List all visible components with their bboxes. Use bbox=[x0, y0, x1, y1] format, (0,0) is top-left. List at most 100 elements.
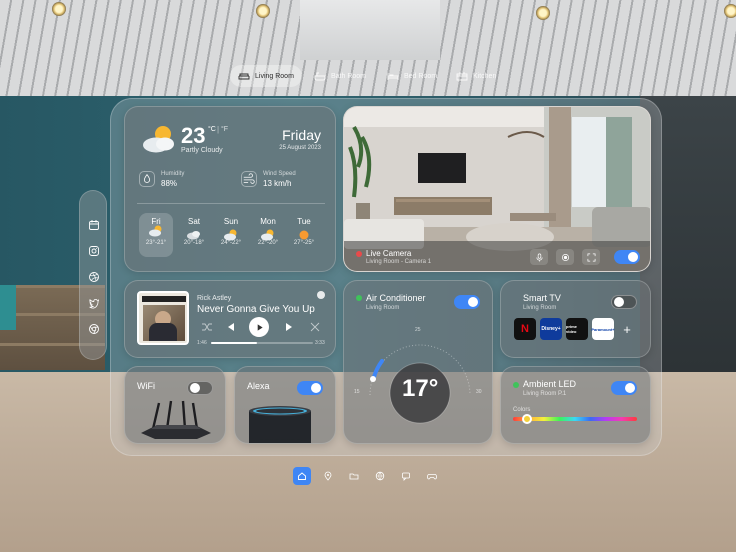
netflix-app[interactable]: N bbox=[514, 318, 536, 340]
weather-condition: Partly Cloudy bbox=[181, 147, 223, 154]
wind-value: 13 km/h bbox=[263, 179, 292, 188]
forecast-day-name: Mon bbox=[260, 217, 276, 226]
partly-cloudy-icon bbox=[224, 229, 237, 241]
camera-card[interactable]: Live Camera Living Room - Camera 1 bbox=[343, 106, 651, 272]
tab-label: Living Room bbox=[255, 72, 294, 80]
add-app-button[interactable]: + bbox=[616, 318, 638, 340]
ceiling-lamp bbox=[256, 4, 270, 18]
status-dot bbox=[513, 382, 519, 388]
ceiling-lamp bbox=[536, 6, 550, 20]
disney-plus-app[interactable]: Disney+ bbox=[540, 318, 562, 340]
camera-title: Live Camera bbox=[366, 249, 412, 258]
play-icon bbox=[257, 323, 263, 331]
ac-temperature: 17° bbox=[402, 375, 439, 402]
previous-icon[interactable] bbox=[225, 321, 237, 333]
sunny-icon bbox=[299, 230, 309, 240]
folder-icon[interactable] bbox=[345, 467, 363, 485]
led-card: Ambient LED Living Room P.1 Colors bbox=[500, 366, 651, 444]
weather-card: 23 °C | °F Partly Cloudy Friday 25 Augus… bbox=[124, 106, 336, 272]
dribbble-icon[interactable] bbox=[86, 269, 102, 285]
globe-icon[interactable] bbox=[371, 467, 389, 485]
gamepad-icon[interactable] bbox=[423, 467, 441, 485]
calendar-icon[interactable] bbox=[86, 217, 102, 233]
divider bbox=[137, 203, 325, 204]
chrome-icon[interactable] bbox=[86, 321, 102, 337]
ac-card: Air Conditioner Living Room 17° 15 25 30 bbox=[343, 280, 493, 444]
tab-kitchen[interactable]: Kitchen bbox=[448, 65, 504, 87]
alexa-card: Alexa bbox=[234, 366, 336, 444]
music-artist: Rick Astley bbox=[197, 295, 232, 302]
forecast-day-name: Sat bbox=[187, 217, 200, 226]
drop-icon bbox=[139, 171, 155, 187]
tab-label: Bath Room bbox=[331, 72, 367, 80]
message-icon[interactable] bbox=[397, 467, 415, 485]
instagram-icon[interactable] bbox=[86, 243, 102, 259]
repeat-icon[interactable] bbox=[309, 321, 321, 333]
led-toggle[interactable] bbox=[611, 381, 637, 395]
unit-fahrenheit[interactable]: °F bbox=[221, 126, 228, 133]
play-button[interactable] bbox=[249, 317, 269, 337]
weather-date: 25 August 2023 bbox=[279, 145, 321, 151]
progress-track[interactable] bbox=[211, 342, 313, 344]
music-card: Rick Astley Never Gonna Give You Up 1:46… bbox=[124, 280, 336, 358]
tv-toggle[interactable] bbox=[611, 295, 637, 309]
forecast-day[interactable]: Fri 23°-21° bbox=[139, 213, 173, 257]
camera-subtitle: Living Room - Camera 1 bbox=[366, 259, 432, 265]
sofa-icon bbox=[238, 73, 250, 80]
unit-separator: | bbox=[217, 125, 220, 134]
color-slider[interactable] bbox=[513, 414, 637, 424]
router-image bbox=[141, 400, 211, 439]
ac-title: Air Conditioner bbox=[366, 293, 426, 303]
forecast-day[interactable]: Mon 22°-20° bbox=[251, 217, 285, 246]
wifi-title: WiFi bbox=[137, 381, 155, 391]
forecast-day[interactable]: Sun 24°-22° bbox=[214, 217, 248, 246]
wind-label: Wind Speed bbox=[263, 171, 296, 177]
forecast-day[interactable]: Sat 20°-18° bbox=[177, 217, 211, 246]
side-app-bar bbox=[79, 190, 107, 360]
ac-toggle[interactable] bbox=[454, 295, 480, 309]
partly-cloudy-icon bbox=[149, 225, 162, 237]
more-icon[interactable] bbox=[317, 291, 325, 299]
cloudy-icon bbox=[187, 231, 200, 240]
weather-day: Friday bbox=[282, 127, 321, 143]
tab-label: Kitchen bbox=[473, 72, 497, 80]
fullscreen-icon[interactable] bbox=[582, 249, 600, 265]
alexa-title: Alexa bbox=[247, 381, 270, 391]
twitter-icon[interactable] bbox=[86, 295, 102, 311]
bathtub-icon bbox=[314, 72, 326, 81]
forecast-day-name: Sun bbox=[223, 217, 239, 226]
room-tabs: Living Room Bath Room Bed Room Kitchen bbox=[226, 62, 516, 90]
music-title: Never Gonna Give You Up bbox=[197, 304, 315, 315]
music-elapsed: 1:46 bbox=[197, 340, 207, 346]
tab-bath-room[interactable]: Bath Room bbox=[306, 65, 374, 87]
forecast-day-name: Tue bbox=[297, 217, 311, 226]
partly-cloudy-icon bbox=[143, 126, 174, 153]
scale-min: 15 bbox=[354, 389, 360, 395]
tv-title: Smart TV bbox=[523, 293, 561, 303]
home-icon[interactable] bbox=[293, 467, 311, 485]
tab-living-room[interactable]: Living Room bbox=[230, 65, 302, 87]
tab-bed-room[interactable]: Bed Room bbox=[379, 65, 445, 87]
humidity-value: 88% bbox=[161, 179, 178, 188]
led-subtitle: Living Room P.1 bbox=[523, 391, 567, 397]
status-dot bbox=[356, 251, 362, 257]
color-knob[interactable] bbox=[521, 414, 532, 424]
teal-chair bbox=[0, 285, 16, 330]
paramount-plus-app[interactable]: Paramount+ bbox=[591, 318, 615, 340]
ceiling-panel bbox=[300, 0, 440, 60]
tab-label: Bed Room bbox=[404, 72, 438, 80]
ac-subtitle: Living Room bbox=[366, 305, 400, 311]
camera-toggle[interactable] bbox=[614, 250, 640, 264]
alexa-toggle[interactable] bbox=[297, 381, 323, 395]
shuffle-icon[interactable] bbox=[201, 321, 213, 333]
forecast-day[interactable]: Tue 27°-25° bbox=[287, 217, 321, 246]
wifi-toggle[interactable] bbox=[187, 381, 213, 395]
unit-celsius[interactable]: °C bbox=[208, 126, 216, 133]
record-icon[interactable] bbox=[556, 249, 574, 265]
location-icon[interactable] bbox=[319, 467, 337, 485]
led-title: Ambient LED bbox=[523, 379, 577, 389]
bed-icon bbox=[387, 73, 399, 80]
mic-icon[interactable] bbox=[530, 249, 548, 265]
prime-video-app[interactable]: prime video bbox=[566, 318, 588, 340]
next-icon[interactable] bbox=[283, 321, 295, 333]
